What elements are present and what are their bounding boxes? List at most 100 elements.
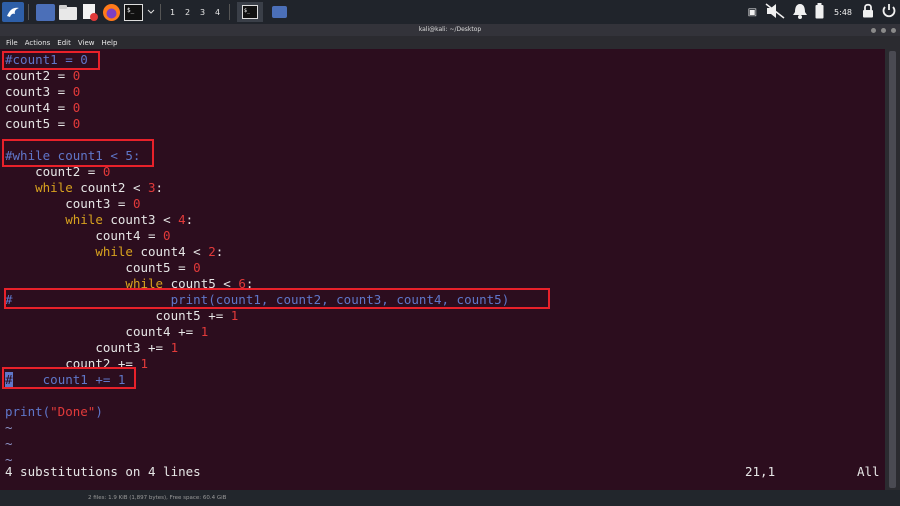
vim-cursor-position: 21,1	[745, 464, 776, 479]
clipboard-icon[interactable]: ▣	[748, 7, 757, 18]
close-button[interactable]	[891, 27, 896, 33]
code-line-9: while count2 < 3:	[5, 180, 163, 196]
show-desktop-button[interactable]	[36, 2, 55, 22]
kali-menu-button[interactable]	[2, 2, 24, 22]
condition: count3 <	[102, 212, 179, 227]
number-literal: 0	[163, 228, 171, 243]
operator: =	[170, 260, 194, 275]
menubar: File Actions Edit View Help	[0, 36, 900, 49]
lock-screen-icon[interactable]	[862, 3, 874, 21]
taskbar-separator	[160, 4, 161, 20]
taskbar-separator	[28, 4, 29, 20]
menu-actions[interactable]: Actions	[25, 39, 51, 47]
var-name: count4	[125, 324, 171, 339]
menu-help[interactable]: Help	[101, 39, 117, 47]
number-literal: 1	[200, 324, 209, 339]
code-line-13: while count4 < 2:	[5, 244, 223, 260]
operator: =	[50, 100, 73, 115]
terminal-view[interactable]: #count1 = 0 count2 = 0 count3 = 0 count4…	[0, 49, 885, 490]
logout-icon[interactable]	[882, 3, 896, 21]
code-line-5: count5 = 0	[5, 116, 80, 132]
window-controls	[866, 24, 896, 36]
firefox-icon	[103, 3, 120, 21]
svg-text:$_: $_	[244, 8, 251, 14]
var-name: count4	[95, 228, 141, 243]
highlight-box-print	[4, 288, 550, 309]
operator: =	[140, 228, 164, 243]
number-literal: 0	[72, 116, 81, 131]
notification-bell-icon[interactable]	[793, 3, 808, 22]
number-literal: 0	[132, 196, 141, 211]
operator: +=	[170, 324, 201, 339]
colon: :	[185, 212, 194, 227]
workspace-1[interactable]: 1	[165, 8, 180, 17]
menu-file[interactable]: File	[6, 39, 18, 47]
volume-muted-icon[interactable]	[765, 2, 785, 22]
file-manager-statusbar: 2 files: 1.9 KiB (1,897 bytes), Free spa…	[0, 490, 900, 506]
terminal-scrollbar[interactable]	[885, 49, 900, 490]
string-literal: "Done"	[50, 404, 96, 419]
terminal-icon: $_	[124, 3, 143, 21]
number-literal: 4	[178, 212, 186, 227]
desktop-icon	[36, 3, 55, 21]
number-literal: 0	[72, 84, 81, 99]
terminal-launcher-button[interactable]: $_	[124, 2, 143, 22]
text-editor-icon	[83, 4, 98, 21]
empty-line-marker: ~	[5, 436, 13, 451]
colon: :	[155, 180, 164, 195]
number-literal: 1	[170, 340, 179, 355]
window-title: kali@kali: ~/Desktop	[418, 26, 482, 33]
svg-text:$_: $_	[127, 7, 135, 14]
var-name: count5	[5, 116, 51, 131]
code-line-18: count4 += 1	[5, 324, 208, 340]
operator: =	[110, 196, 133, 211]
window-titlebar[interactable]: kali@kali: ~/Desktop	[0, 24, 900, 36]
firefox-button[interactable]	[102, 2, 121, 22]
number-literal: 0	[72, 100, 81, 115]
number-literal: 2	[208, 244, 216, 259]
chevron-down-icon	[147, 9, 155, 14]
code-line-12: count4 = 0	[5, 228, 171, 244]
launcher-dropdown-button[interactable]	[146, 2, 156, 22]
clock[interactable]: 5:48	[834, 8, 852, 17]
keyword-while: while	[65, 212, 103, 227]
operator: =	[50, 116, 73, 131]
empty-line-marker: ~	[5, 420, 13, 435]
workspace-2[interactable]: 2	[180, 8, 195, 17]
highlight-box-count1-init	[2, 51, 100, 70]
workspace-4[interactable]: 4	[210, 8, 225, 17]
kali-dragon-icon	[7, 7, 19, 17]
terminal-icon: $_	[242, 5, 258, 19]
operator: +=	[140, 340, 171, 355]
menu-view[interactable]: View	[78, 39, 95, 47]
text-editor-button[interactable]	[81, 2, 99, 22]
minimize-button[interactable]	[871, 27, 876, 33]
code-line-2: count2 = 0	[5, 68, 80, 84]
scrollbar-thumb[interactable]	[889, 51, 896, 488]
highlight-box-while-count1	[2, 139, 154, 167]
maximize-button[interactable]	[881, 27, 886, 33]
desktop-window-button[interactable]	[266, 2, 292, 22]
colon: :	[215, 244, 224, 259]
battery-icon[interactable]	[815, 2, 824, 22]
code-line-4: count4 = 0	[5, 100, 80, 116]
workspace-3[interactable]: 3	[195, 8, 210, 17]
file-manager-button[interactable]	[58, 2, 78, 22]
taskbar-separator	[229, 4, 230, 20]
operator: +=	[200, 308, 231, 323]
var-name: count3	[95, 340, 141, 355]
taskbar: $_ 1 2 3 4 $_ ▣ 5:48	[0, 0, 900, 24]
vim-scroll-indicator: All	[857, 464, 880, 479]
code-line-10: count3 = 0	[5, 196, 140, 212]
var-name: count4	[5, 100, 51, 115]
terminal-window-button[interactable]: $_	[237, 2, 263, 22]
menu-edit[interactable]: Edit	[57, 39, 71, 47]
